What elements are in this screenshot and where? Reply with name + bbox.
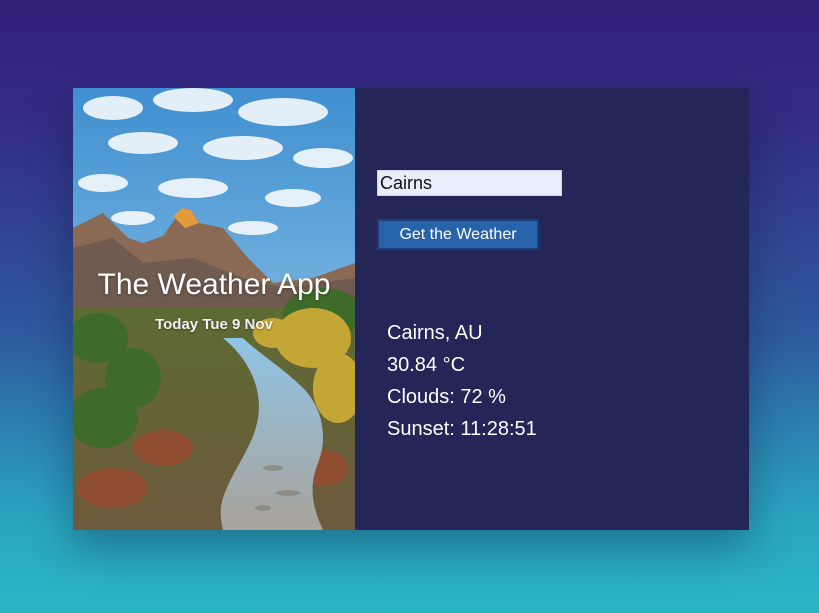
clouds-text: Clouds: 72 %	[387, 386, 506, 408]
temperature-text: 30.84 °C	[387, 354, 466, 376]
current-date: Today Tue 9 Nov	[155, 316, 273, 333]
weather-card: The Weather App Today Tue 9 Nov Get the …	[73, 88, 749, 530]
hero-panel: The Weather App Today Tue 9 Nov	[73, 88, 355, 530]
location-text: Cairns, AU	[387, 322, 483, 344]
weather-panel: Get the Weather Cairns, AU 30.84 °C Clou…	[355, 88, 749, 530]
landscape-image	[73, 88, 355, 530]
city-input[interactable]	[377, 170, 562, 196]
weather-results: Cairns, AU 30.84 °C Clouds: 72 % Sunset:…	[387, 320, 537, 448]
app-title: The Weather App	[97, 268, 331, 301]
get-weather-button[interactable]: Get the Weather	[377, 219, 539, 250]
sunset-text: Sunset: 11:28:51	[387, 418, 537, 440]
